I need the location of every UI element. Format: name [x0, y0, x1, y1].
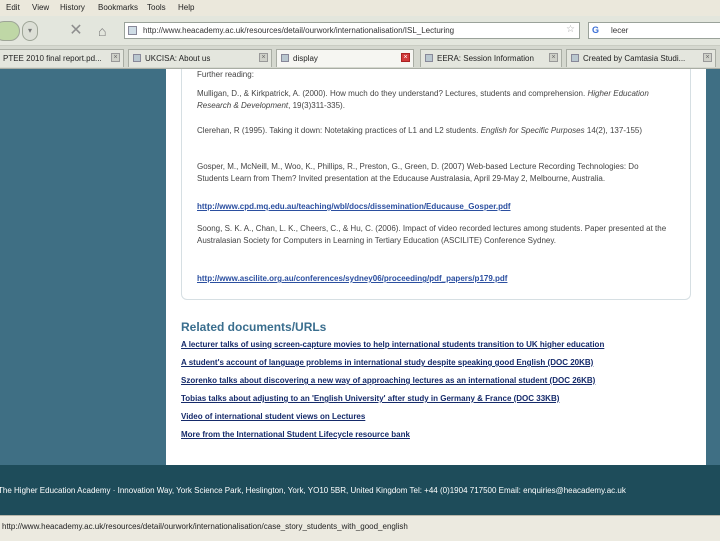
- tab-display[interactable]: display ×: [276, 49, 414, 67]
- tab-label: UKCISA: About us: [145, 54, 211, 63]
- forward-dropdown-button[interactable]: ▾: [22, 21, 38, 41]
- page-icon: [133, 54, 141, 62]
- menu-help[interactable]: Help: [178, 3, 194, 12]
- menu-edit[interactable]: Edit: [6, 3, 20, 12]
- google-icon[interactable]: G: [592, 25, 599, 35]
- menu-history[interactable]: History: [60, 3, 85, 12]
- related-documents-heading: Related documents/URLs: [181, 320, 327, 334]
- menu-view[interactable]: View: [32, 3, 49, 12]
- tab-ptee-report[interactable]: PTEE 2010 final report.pd... ×: [0, 49, 124, 67]
- page-icon: [281, 54, 289, 62]
- page-icon: [425, 54, 433, 62]
- stop-icon[interactable]: ✕: [66, 21, 86, 41]
- site-footer: The Higher Education Academy · Innovatio…: [0, 465, 720, 515]
- tab-label: Created by Camtasia Studi...: [583, 54, 686, 63]
- tab-label: EERA: Session Information: [437, 54, 534, 63]
- tab-label: display: [293, 54, 318, 63]
- close-tab-icon[interactable]: ×: [259, 53, 268, 62]
- site-favicon-icon: [128, 26, 137, 35]
- close-tab-icon[interactable]: ×: [549, 53, 558, 62]
- content-panel: Further reading: Mulligan, D., & Kirkpat…: [166, 69, 706, 465]
- related-link[interactable]: More from the International Student Life…: [181, 430, 410, 439]
- reference-item: Mulligan, D., & Kirkpatrick, A. (2000). …: [197, 89, 649, 110]
- menu-bookmarks[interactable]: Bookmarks: [98, 3, 138, 12]
- related-link[interactable]: Szorenko talks about discovering a new w…: [181, 376, 595, 385]
- reference-item: Soong, S. K. A., Chan, L. K., Cheers, C.…: [197, 224, 667, 245]
- tab-camtasia[interactable]: Created by Camtasia Studi... ×: [566, 49, 716, 67]
- reference-item: Gosper, M., McNeill, M., Woo, K., Philli…: [197, 162, 639, 183]
- related-link[interactable]: A student's account of language problems…: [181, 358, 593, 367]
- tab-eera[interactable]: EERA: Session Information ×: [420, 49, 562, 67]
- menu-bar: Edit View History Bookmarks Tools Help: [0, 0, 720, 16]
- tab-bar: PTEE 2010 final report.pd... × UKCISA: A…: [0, 46, 720, 69]
- bookmark-star-icon[interactable]: ☆: [566, 24, 575, 35]
- url-bar[interactable]: http://www.heacademy.ac.uk/resources/det…: [124, 22, 580, 39]
- reference-link-ascilite[interactable]: http://www.ascilite.org.au/conferences/s…: [197, 274, 507, 283]
- footer-address: The Higher Education Academy · Innovatio…: [0, 486, 626, 495]
- home-icon[interactable]: ⌂: [98, 21, 118, 41]
- close-tab-icon[interactable]: ×: [401, 53, 410, 62]
- page-viewport: Further reading: Mulligan, D., & Kirkpat…: [0, 69, 720, 465]
- tab-label: PTEE 2010 final report.pd...: [3, 54, 102, 63]
- status-url: http://www.heacademy.ac.uk/resources/det…: [2, 522, 408, 531]
- search-text: lecer: [611, 26, 629, 35]
- menu-tools[interactable]: Tools: [147, 3, 166, 12]
- related-link[interactable]: Tobias talks about adjusting to an 'Engl…: [181, 394, 559, 403]
- tab-ukcisa[interactable]: UKCISA: About us ×: [128, 49, 272, 67]
- close-tab-icon[interactable]: ×: [111, 53, 120, 62]
- further-reading-heading: Further reading:: [197, 70, 254, 79]
- related-link[interactable]: A lecturer talks of using screen-capture…: [181, 340, 604, 349]
- back-button[interactable]: [0, 21, 20, 41]
- reference-link-gosper[interactable]: http://www.cpd.mq.edu.au/teaching/wbl/do…: [197, 202, 511, 211]
- close-tab-icon[interactable]: ×: [703, 53, 712, 62]
- search-input[interactable]: G lecer: [588, 22, 720, 39]
- status-bar: http://www.heacademy.ac.uk/resources/det…: [0, 515, 720, 541]
- references-box: Further reading: Mulligan, D., & Kirkpat…: [181, 69, 691, 300]
- related-link[interactable]: Video of international student views on …: [181, 412, 365, 421]
- page-icon: [571, 54, 579, 62]
- navigation-toolbar: ▾ ✕ ⌂ http://www.heacademy.ac.uk/resourc…: [0, 16, 720, 46]
- reference-item: Clerehan, R (1995). Taking it down: Note…: [197, 126, 643, 135]
- url-text: http://www.heacademy.ac.uk/resources/det…: [143, 26, 455, 35]
